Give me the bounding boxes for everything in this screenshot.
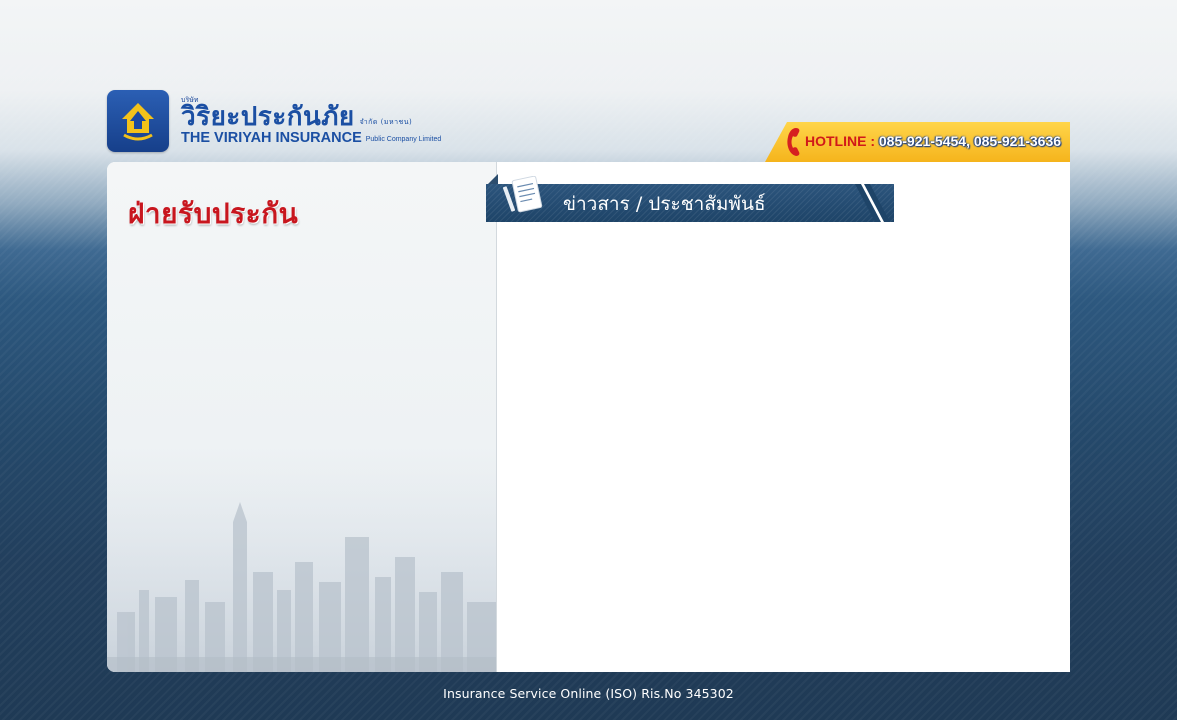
- document-icon: [502, 176, 543, 213]
- phone-icon: [787, 128, 800, 156]
- main-panel: ฝ่ายรับประกัน ข่าวสาร / ประชาสัมพันธ์: [107, 162, 1070, 672]
- news-section-title: ข่าวสาร / ประชาสัมพันธ์: [563, 193, 766, 215]
- header-stripes: [855, 184, 890, 222]
- company-name-thai: วิริยะประกันภัย: [181, 101, 355, 132]
- company-suffix-thai: จำกัด (มหาชน): [359, 117, 413, 126]
- hotline-banner: HOTLINE : 085-921-5454, 085-921-3636: [765, 122, 1070, 162]
- company-name-english: THE VIRIYAH INSURANCE: [181, 129, 362, 146]
- hotline-label: HOTLINE :: [805, 133, 875, 149]
- city-skyline-image: [107, 462, 496, 672]
- company-suffix-english: Public Company Limited: [365, 136, 442, 144]
- left-pane: ฝ่ายรับประกัน: [107, 162, 497, 672]
- viriyah-emblem-icon: [107, 90, 169, 152]
- hotline-numbers[interactable]: 085-921-5454, 085-921-3636: [879, 133, 1061, 149]
- company-logo[interactable]: บริษัท วิริยะประกันภัย จำกัด (มหาชน) THE…: [107, 90, 441, 152]
- department-title: ฝ่ายรับประกัน: [128, 197, 299, 230]
- footer-text: Insurance Service Online (ISO) Ris.No 34…: [443, 686, 734, 701]
